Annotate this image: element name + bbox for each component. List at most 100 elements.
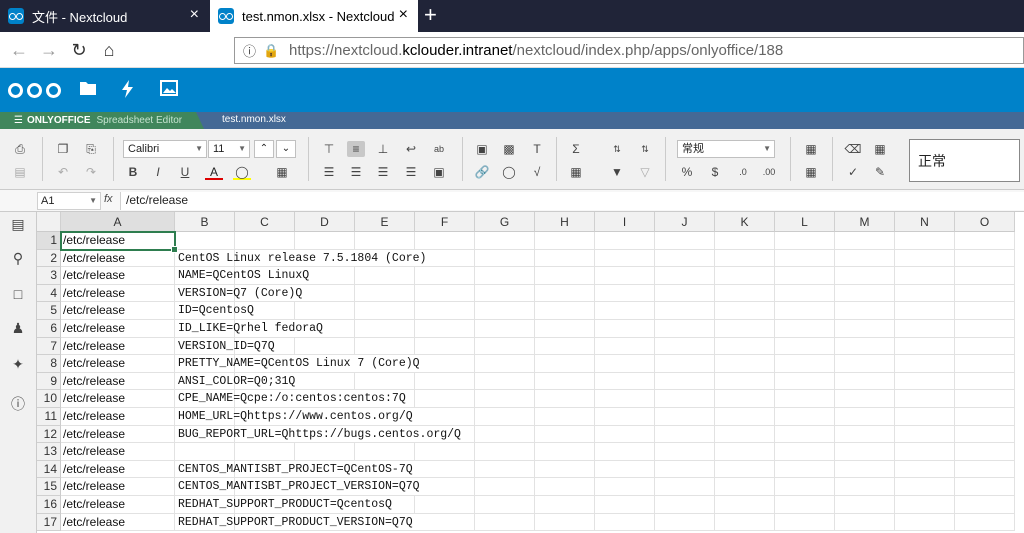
cell-e5[interactable] [355, 302, 415, 320]
cell-k6[interactable] [715, 320, 775, 338]
text-orientation-icon[interactable]: ab [430, 141, 448, 157]
cell-g4[interactable] [475, 284, 535, 303]
select-all-corner[interactable] [37, 212, 61, 232]
cell-d13[interactable] [295, 443, 355, 461]
cell-l11[interactable] [775, 408, 835, 426]
align-center-icon[interactable]: ☰ [347, 164, 365, 180]
cell-d1[interactable] [295, 232, 355, 250]
format-table-icon[interactable]: ✎ [871, 164, 889, 180]
cell-h3[interactable] [535, 267, 595, 285]
cell-d7[interactable] [295, 337, 355, 356]
cell-g2[interactable] [475, 249, 535, 268]
cell-b8[interactable]: PRETTY_NAME=QCentOS Linux 7 (Core)Q [175, 355, 420, 373]
row-header[interactable]: 10 [37, 390, 61, 408]
increase-font-icon[interactable]: ⌃ [254, 140, 274, 158]
cell-m16[interactable] [835, 496, 895, 514]
cell-c13[interactable] [235, 443, 295, 461]
cell-l17[interactable] [775, 513, 835, 532]
cell-i12[interactable] [595, 425, 655, 444]
row-header[interactable]: 2 [37, 249, 61, 268]
cell-f1[interactable] [415, 232, 475, 250]
comments-icon[interactable]: □ [9, 286, 27, 304]
row-header[interactable]: 3 [37, 267, 61, 285]
bold-icon[interactable]: B [124, 164, 142, 180]
cell-n4[interactable] [895, 284, 955, 303]
cell-i9[interactable] [595, 372, 655, 391]
cell-h8[interactable] [535, 355, 595, 373]
cell-o13[interactable] [955, 443, 1015, 461]
cell-m15[interactable] [835, 478, 895, 496]
insert-chart-icon[interactable]: ▩ [500, 141, 518, 157]
column-header-b[interactable]: B [175, 212, 235, 232]
cell-m6[interactable] [835, 320, 895, 338]
cell-e9[interactable] [355, 372, 415, 391]
merge-cells-icon[interactable]: ▣ [430, 164, 448, 180]
cell-b16[interactable]: REDHAT_SUPPORT_PRODUCT=QcentosQ [175, 496, 392, 514]
cell-n8[interactable] [895, 355, 955, 373]
column-header-m[interactable]: M [835, 212, 895, 232]
formula-input[interactable]: /etc/release [120, 192, 1024, 210]
back-arrow-icon[interactable]: ← [8, 39, 30, 61]
cell-n14[interactable] [895, 460, 955, 479]
cell-d5[interactable] [295, 302, 355, 320]
function-icon[interactable]: fx [104, 193, 113, 205]
row-header[interactable]: 16 [37, 496, 61, 514]
percent-icon[interactable]: % [678, 164, 696, 180]
cell-k3[interactable] [715, 267, 775, 285]
cell-i10[interactable] [595, 390, 655, 408]
font-name-combo[interactable]: Calibri ▼ [123, 140, 207, 158]
cell-k16[interactable] [715, 496, 775, 514]
cell-l5[interactable] [775, 302, 835, 320]
cell-m9[interactable] [835, 372, 895, 391]
cell-n2[interactable] [895, 249, 955, 268]
align-justify-icon[interactable]: ☰ [402, 164, 420, 180]
cell-h1[interactable] [535, 232, 595, 250]
cell-m8[interactable] [835, 355, 895, 373]
cell-l16[interactable] [775, 496, 835, 514]
cell-m5[interactable] [835, 302, 895, 320]
cell-n6[interactable] [895, 320, 955, 338]
cell-i8[interactable] [595, 355, 655, 373]
cell-l3[interactable] [775, 267, 835, 285]
cell-a14[interactable]: /etc/release [61, 460, 175, 479]
increase-decimal-icon[interactable]: .00 [760, 164, 778, 180]
cell-k9[interactable] [715, 372, 775, 391]
cell-h7[interactable] [535, 337, 595, 356]
cell-j16[interactable] [655, 496, 715, 514]
activity-icon[interactable] [118, 80, 138, 98]
cell-n17[interactable] [895, 513, 955, 532]
cell-i4[interactable] [595, 284, 655, 303]
cell-a6[interactable]: /etc/release [61, 320, 175, 338]
cell-i13[interactable] [595, 443, 655, 461]
cell-b4[interactable]: VERSION=Q7 (Core)Q [175, 284, 302, 303]
cell-h17[interactable] [535, 513, 595, 532]
cell-b7[interactable]: VERSION_ID=Q7Q [175, 337, 275, 356]
fill-color-icon[interactable]: ◯ [233, 164, 251, 180]
clear-icon[interactable]: ⌫ [844, 141, 862, 157]
cell-f11[interactable] [415, 408, 475, 426]
cell-f5[interactable] [415, 302, 475, 320]
column-header-i[interactable]: I [595, 212, 655, 232]
cell-o15[interactable] [955, 478, 1015, 496]
row-header[interactable]: 7 [37, 337, 61, 356]
column-header-h[interactable]: H [535, 212, 595, 232]
cell-name-box[interactable]: A1 ▼ [37, 192, 101, 210]
insert-textbox-icon[interactable]: T [528, 141, 546, 157]
cell-h16[interactable] [535, 496, 595, 514]
cell-a9[interactable]: /etc/release [61, 372, 175, 391]
cell-l7[interactable] [775, 337, 835, 356]
cell-o10[interactable] [955, 390, 1015, 408]
row-header[interactable]: 15 [37, 478, 61, 496]
cell-f9[interactable] [415, 372, 475, 391]
decrease-decimal-icon[interactable]: .0 [734, 164, 752, 180]
column-header-l[interactable]: L [775, 212, 835, 232]
cell-h13[interactable] [535, 443, 595, 461]
cell-k14[interactable] [715, 460, 775, 479]
cell-l13[interactable] [775, 443, 835, 461]
cell-f4[interactable] [415, 284, 475, 303]
cell-o14[interactable] [955, 460, 1015, 479]
column-header-n[interactable]: N [895, 212, 955, 232]
gallery-icon[interactable] [159, 80, 179, 98]
cell-f7[interactable] [415, 337, 475, 356]
column-header-j[interactable]: J [655, 212, 715, 232]
